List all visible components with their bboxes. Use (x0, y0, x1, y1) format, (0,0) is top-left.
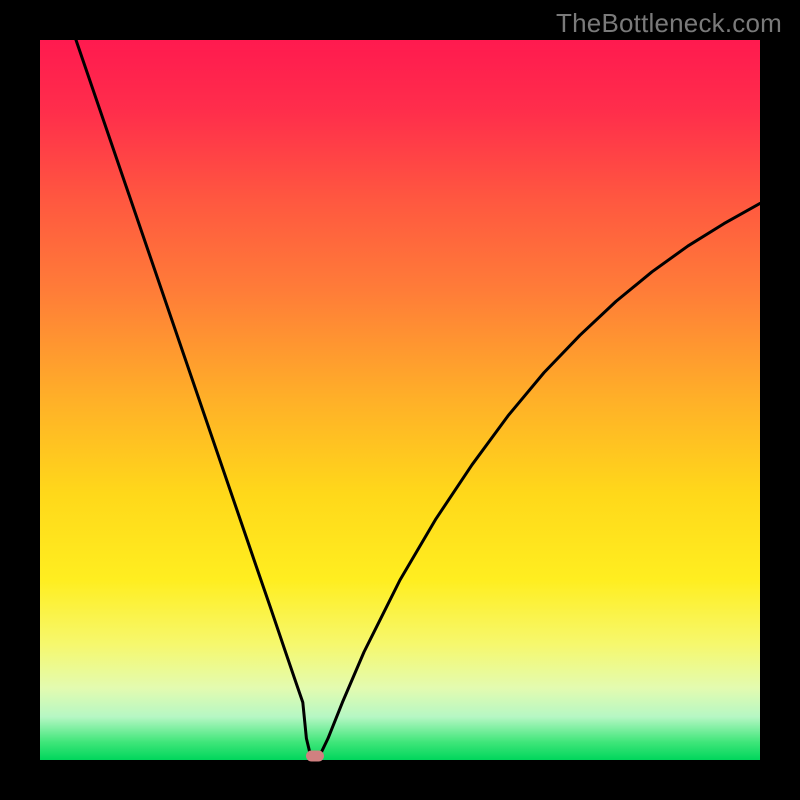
watermark-text: TheBottleneck.com (556, 8, 782, 39)
gradient-background (40, 40, 760, 760)
optimum-marker (306, 750, 324, 761)
plot-area (40, 40, 760, 760)
chart-frame: TheBottleneck.com (0, 0, 800, 800)
